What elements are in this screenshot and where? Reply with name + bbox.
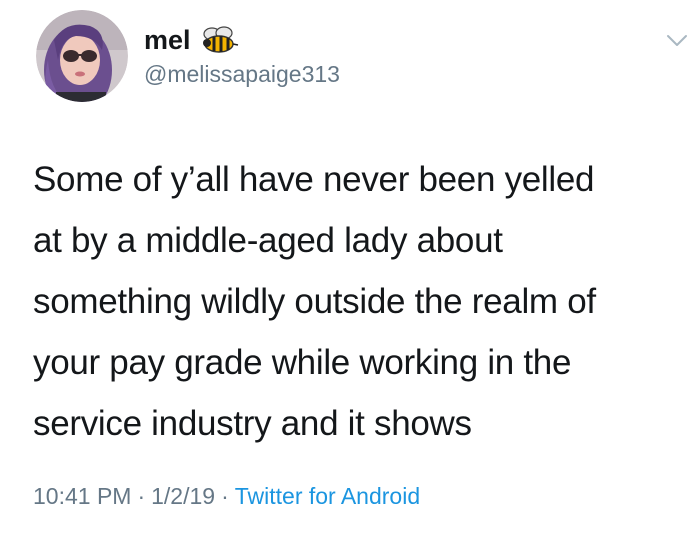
tweet-time[interactable]: 10:41 PM	[33, 483, 131, 509]
avatar-image	[36, 10, 128, 102]
tweet-metadata: 10:41 PM · 1/2/19 · Twitter for Android	[33, 481, 420, 511]
tweet-text: Some of y’all have never been yelled at …	[33, 160, 596, 443]
avatar[interactable]	[36, 10, 128, 102]
author-name-row[interactable]: mel	[144, 23, 239, 57]
display-name[interactable]: mel	[144, 23, 191, 57]
bee-icon	[199, 25, 239, 55]
separator-dot: ·	[221, 483, 229, 509]
chevron-down-icon[interactable]	[664, 30, 690, 50]
tweet-date[interactable]: 1/2/19	[151, 483, 215, 509]
username-handle[interactable]: @melissapaige313	[144, 59, 340, 89]
separator-dot: ·	[137, 483, 146, 509]
tweet-source-link[interactable]: Twitter for Android	[235, 483, 420, 509]
tweet-card: mel @melissapaige313 Some of y’all have …	[0, 0, 700, 542]
